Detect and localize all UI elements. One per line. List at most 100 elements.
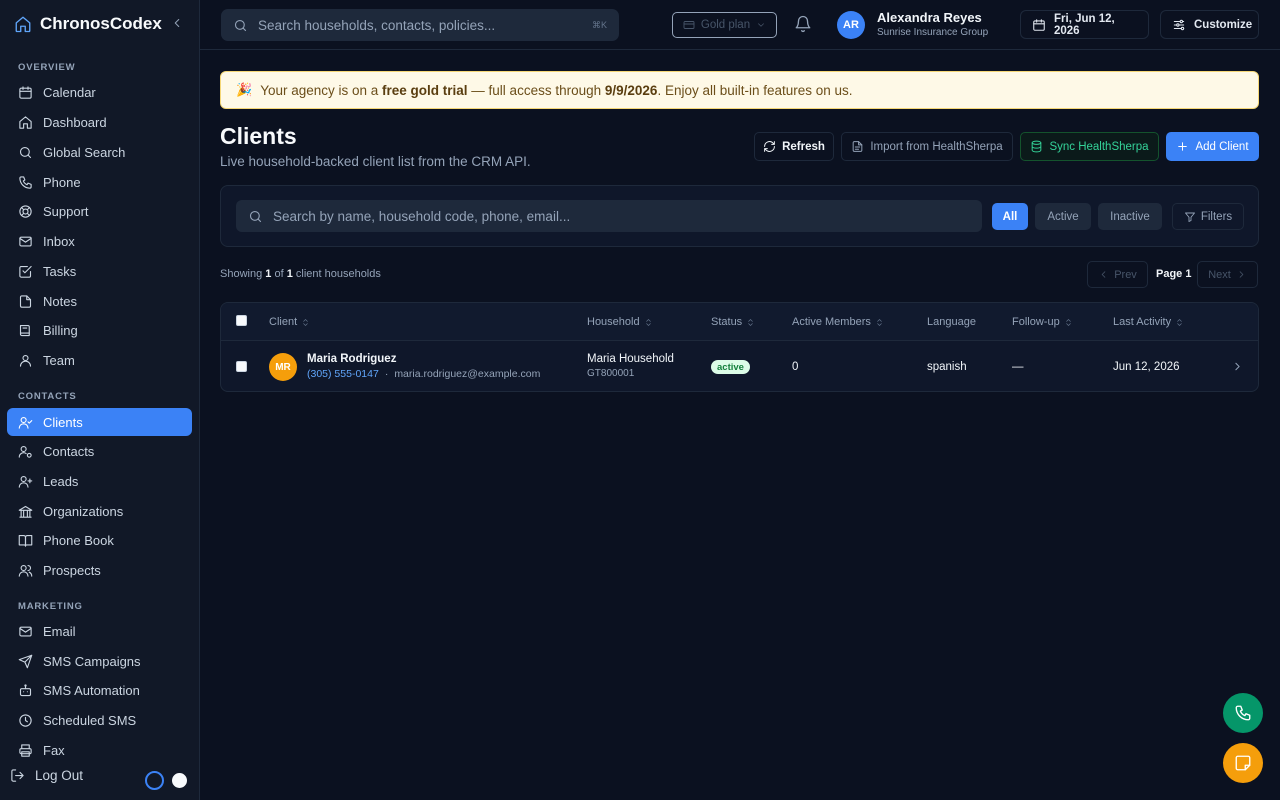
import-button[interactable]: Import from HealthSherpa (841, 132, 1013, 161)
sidebar-item-sms-campaigns[interactable]: SMS Campaigns (7, 647, 192, 675)
sidebar-item-global-search[interactable]: Global Search (7, 138, 192, 166)
lifebuoy-icon (18, 204, 33, 219)
user-plus-icon (18, 474, 33, 489)
search-shortcut: ⌘K (591, 19, 607, 30)
global-search[interactable]: ⌘K (221, 9, 619, 41)
database-icon (1030, 140, 1043, 153)
status-badge: active (711, 360, 750, 374)
prev-page-button[interactable]: Prev (1087, 261, 1148, 288)
call-fab-button[interactable] (1223, 693, 1263, 733)
trial-banner: 🎉 Your agency is on a free gold trial — … (220, 71, 1259, 109)
logout-button[interactable]: Log Out (10, 768, 83, 783)
sidebar-item-leads[interactable]: Leads (7, 467, 192, 495)
filters-button[interactable]: Filters (1172, 203, 1244, 230)
theme-toggle[interactable] (172, 773, 187, 788)
sidebar-item-label: Fax (43, 742, 65, 758)
search-icon (248, 209, 263, 224)
filter-card: All Active Inactive Filters (220, 185, 1259, 247)
sidebar-item-inbox[interactable]: Inbox (7, 227, 192, 255)
phone-icon (1234, 704, 1252, 722)
customize-label: Customize (1194, 18, 1253, 31)
column-language: Language (927, 316, 976, 328)
user-name[interactable]: Alexandra Reyes (877, 10, 982, 25)
sidebar-item-notes[interactable]: Notes (7, 287, 192, 315)
filter-active[interactable]: Active (1035, 203, 1091, 230)
household-name: Maria Household (587, 353, 674, 365)
bell-icon[interactable] (794, 15, 812, 33)
column-client[interactable]: Client (269, 316, 310, 328)
mail-icon (18, 624, 33, 639)
sidebar-item-fax[interactable]: Fax (7, 736, 192, 764)
client-email[interactable]: maria.rodriguez@example.com (394, 368, 540, 380)
clock-icon (18, 713, 33, 728)
next-page-button[interactable]: Next (1197, 261, 1258, 288)
plus-icon (1176, 140, 1189, 153)
sort-icon (644, 318, 653, 327)
client-contact: (305) 555-0147 · maria.rodriguez@example… (307, 368, 540, 380)
brand[interactable]: ChronosCodex (14, 14, 162, 34)
sidebar-item-prospects[interactable]: Prospects (7, 556, 192, 584)
sidebar-item-sms-automation[interactable]: SMS Automation (7, 676, 192, 704)
global-search-input[interactable] (258, 17, 582, 33)
client-search-input[interactable] (273, 208, 970, 224)
add-client-button[interactable]: Add Client (1166, 132, 1259, 161)
column-follow-up[interactable]: Follow-up (1012, 316, 1073, 328)
household-code: GT800001 (587, 368, 635, 379)
phone-icon (18, 175, 33, 190)
note-fab-button[interactable] (1223, 743, 1263, 783)
sidebar-item-team[interactable]: Team (7, 346, 192, 374)
presence-toggle[interactable] (145, 771, 164, 790)
user-org: Sunrise Insurance Group (877, 27, 989, 38)
sidebar-item-phone-book[interactable]: Phone Book (7, 526, 192, 554)
sidebar-item-scheduled-sms[interactable]: Scheduled SMS (7, 706, 192, 734)
date-button[interactable]: Fri, Jun 12, 2026 (1020, 10, 1149, 39)
sidebar-item-label: Prospects (43, 562, 101, 578)
chevron-left-icon[interactable] (170, 16, 184, 30)
sidebar-item-label: Global Search (43, 144, 126, 160)
sidebar-item-organizations[interactable]: Organizations (7, 497, 192, 525)
user-cog-icon (18, 444, 33, 459)
column-last-activity[interactable]: Last Activity (1113, 316, 1184, 328)
separator: · (384, 368, 389, 380)
refresh-icon (763, 140, 776, 153)
sidebar-item-contacts[interactable]: Contacts (7, 437, 192, 465)
page-indicator: Page 1 (1156, 268, 1192, 280)
sidebar-item-phone[interactable]: Phone (7, 168, 192, 196)
table-row[interactable]: MR Maria Rodriguez (305) 555-0147 · mari… (221, 341, 1258, 391)
last-activity-value: Jun 12, 2026 (1113, 361, 1180, 373)
sort-icon (746, 318, 755, 327)
sidebar-item-calendar[interactable]: Calendar (7, 78, 192, 106)
filter-all[interactable]: All (992, 203, 1028, 230)
check-square-icon (18, 264, 33, 279)
user-avatar[interactable]: AR (837, 11, 865, 39)
client-phone[interactable]: (305) 555-0147 (307, 368, 379, 380)
customize-button[interactable]: Customize (1160, 10, 1259, 39)
plan-selector[interactable]: Gold plan (672, 12, 777, 38)
column-household[interactable]: Household (587, 316, 653, 328)
sync-button[interactable]: Sync HealthSherpa (1020, 132, 1159, 161)
row-checkbox[interactable] (236, 361, 247, 372)
sidebar-item-label: Support (43, 203, 89, 219)
sidebar-item-label: Phone Book (43, 532, 114, 548)
sidebar-item-label: Tasks (43, 263, 77, 279)
filter-inactive[interactable]: Inactive (1098, 203, 1162, 230)
date-label: Fri, Jun 12, 2026 (1054, 12, 1115, 37)
sliders-icon (1172, 18, 1186, 32)
client-search[interactable] (236, 200, 982, 232)
select-all-checkbox[interactable] (236, 315, 247, 326)
sidebar-item-tasks[interactable]: Tasks (7, 257, 192, 285)
refresh-button[interactable]: Refresh (754, 132, 834, 161)
column-active-members[interactable]: Active Members (792, 316, 884, 328)
column-status[interactable]: Status (711, 316, 755, 328)
sidebar-item-billing[interactable]: Billing (7, 316, 192, 344)
calendar-icon (1032, 18, 1046, 32)
chevron-right-icon[interactable] (1231, 360, 1244, 373)
sidebar-item-label: Team (43, 352, 75, 368)
plan-label: Gold plan (700, 19, 751, 31)
sidebar-item-support[interactable]: Support (7, 197, 192, 225)
sidebar-item-dashboard[interactable]: Dashboard (7, 108, 192, 136)
sidebar-item-clients[interactable]: Clients (7, 408, 192, 436)
sidebar-item-email[interactable]: Email (7, 617, 192, 645)
client-name[interactable]: Maria Rodriguez (307, 353, 396, 365)
home-logo-icon (14, 15, 32, 33)
